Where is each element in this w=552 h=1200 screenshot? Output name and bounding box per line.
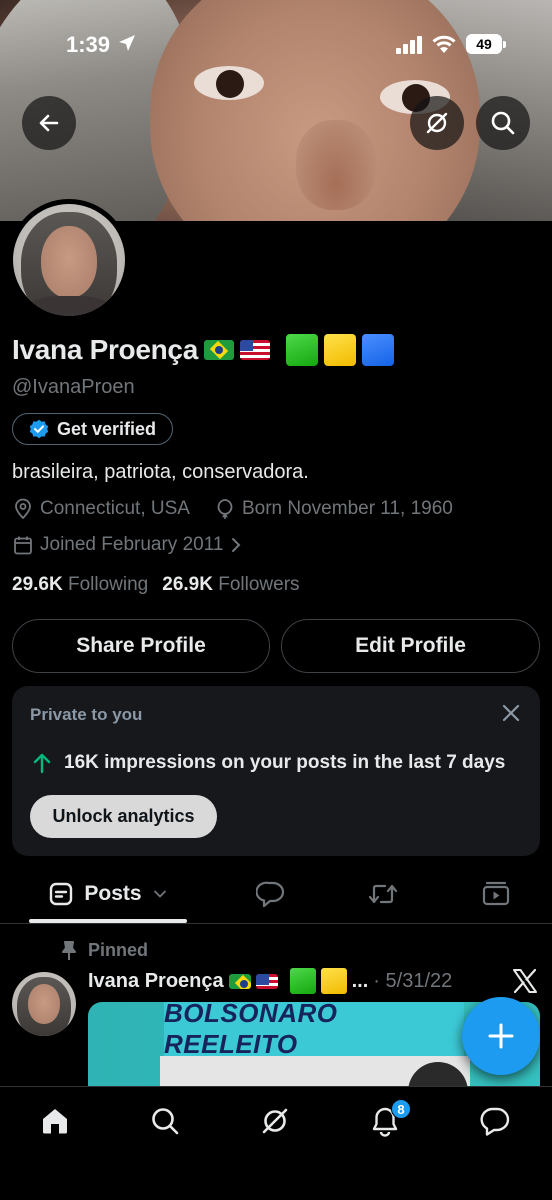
unlock-analytics-button[interactable]: Unlock analytics bbox=[30, 795, 217, 838]
status-time: 1:39 bbox=[66, 32, 111, 57]
profile-tabs: Posts bbox=[0, 866, 552, 924]
profile-handle: @IvanaProen bbox=[12, 376, 135, 398]
chevron-right-icon bbox=[232, 538, 241, 552]
post-date[interactable]: · 5/31/22 bbox=[373, 970, 452, 993]
brazil-flag-emoji bbox=[203, 340, 234, 360]
location-arrow-icon bbox=[119, 35, 135, 51]
share-profile-button[interactable]: Share Profile bbox=[12, 619, 270, 673]
profile-avatar[interactable] bbox=[8, 199, 130, 321]
followers-label: Followers bbox=[218, 574, 300, 595]
nav-explore[interactable] bbox=[137, 1101, 193, 1141]
get-verified-label: Get verified bbox=[57, 418, 157, 439]
repost-icon bbox=[368, 884, 398, 904]
reply-icon bbox=[256, 881, 285, 908]
profile-joined-row[interactable]: Joined February 2011 bbox=[12, 534, 243, 556]
status-bar: 1:39 49 bbox=[0, 0, 552, 90]
messages-icon bbox=[480, 1107, 510, 1136]
blue-square-emoji bbox=[361, 334, 394, 366]
usa-flag-emoji bbox=[255, 973, 278, 989]
green-square-emoji bbox=[289, 968, 316, 994]
pinned-indicator: Pinned bbox=[60, 940, 148, 961]
impressions-row: 16K impressions on your posts in the las… bbox=[32, 752, 505, 774]
impressions-text: 16K impressions on your posts in the las… bbox=[64, 752, 506, 773]
bottom-navigation: 8 bbox=[0, 1086, 552, 1200]
edit-profile-button[interactable]: Edit Profile bbox=[281, 619, 540, 673]
yellow-square-emoji bbox=[323, 334, 356, 366]
usa-flag-emoji bbox=[239, 340, 270, 360]
media-icon bbox=[482, 881, 510, 906]
tab-posts-label: Posts bbox=[84, 882, 142, 905]
grok-icon bbox=[426, 112, 448, 134]
notification-badge: 8 bbox=[391, 1099, 411, 1119]
tab-reposts[interactable] bbox=[355, 866, 411, 922]
location-pin-icon bbox=[15, 498, 31, 520]
back-arrow-icon bbox=[39, 114, 59, 132]
tab-posts[interactable]: Posts bbox=[30, 866, 186, 922]
analytics-card: Private to you 16K impressions on your p… bbox=[12, 686, 540, 856]
active-tab-indicator bbox=[29, 919, 187, 923]
chevron-down-icon bbox=[153, 890, 166, 898]
profile-name: Ivana Proença bbox=[12, 334, 198, 365]
home-icon bbox=[43, 1109, 67, 1134]
brazil-flag-emoji bbox=[228, 973, 251, 989]
profile-location: Connecticut, USA bbox=[40, 498, 190, 519]
post-author-truncation: ... bbox=[351, 969, 369, 992]
search-button[interactable] bbox=[476, 96, 530, 150]
get-verified-button[interactable]: Get verified bbox=[12, 413, 174, 445]
birthday-balloon-icon bbox=[217, 499, 233, 519]
analytics-card-title: Private to you bbox=[30, 705, 143, 724]
wifi-icon bbox=[432, 35, 456, 53]
battery-indicator: 49 bbox=[466, 34, 506, 54]
following-link[interactable]: 29.6K Following bbox=[12, 574, 148, 596]
pin-icon bbox=[62, 940, 76, 960]
pinned-label: Pinned bbox=[88, 940, 149, 960]
x-logo-icon bbox=[513, 968, 537, 994]
verified-badge-icon bbox=[29, 419, 49, 439]
back-button[interactable] bbox=[22, 96, 76, 150]
compose-post-button[interactable] bbox=[462, 997, 540, 1075]
tab-media[interactable] bbox=[468, 866, 524, 922]
close-icon[interactable] bbox=[500, 702, 522, 724]
following-count: 29.6K bbox=[12, 574, 63, 595]
grok-icon bbox=[262, 1108, 288, 1134]
followers-count: 26.9K bbox=[162, 574, 213, 595]
posts-icon bbox=[50, 882, 73, 906]
search-icon bbox=[491, 111, 515, 135]
avatar-image bbox=[13, 204, 125, 316]
nav-grok[interactable] bbox=[247, 1101, 303, 1141]
followers-link[interactable]: 26.9K Followers bbox=[162, 574, 299, 596]
up-arrow-icon bbox=[33, 753, 51, 774]
tab-replies[interactable] bbox=[243, 866, 299, 922]
following-label: Following bbox=[67, 574, 149, 595]
follow-stats: 29.6K Following 26.9K Followers bbox=[12, 574, 300, 596]
profile-birthdate: Born November 11, 1960 bbox=[241, 498, 453, 519]
search-icon bbox=[152, 1108, 179, 1135]
banner-nose bbox=[296, 120, 376, 210]
post-header: Ivana Proença ... · 5/31/22 bbox=[88, 968, 452, 994]
nav-messages[interactable] bbox=[467, 1101, 523, 1141]
profile-meta-row: Connecticut, USA Born November 11, 1960 bbox=[12, 498, 453, 520]
grok-button[interactable] bbox=[410, 96, 464, 150]
green-square-emoji bbox=[285, 334, 318, 366]
nav-home[interactable] bbox=[27, 1101, 83, 1141]
cellular-signal-icon bbox=[396, 36, 422, 54]
post-author-name[interactable]: Ivana Proença bbox=[88, 970, 224, 993]
calendar-icon bbox=[14, 536, 32, 555]
plus-icon bbox=[488, 1023, 514, 1049]
post-author-avatar[interactable] bbox=[12, 972, 76, 1036]
post-media-headline: BOLSONARO REELEITO bbox=[164, 1002, 464, 1059]
profile-name-row: Ivana Proença bbox=[12, 334, 394, 366]
yellow-square-emoji bbox=[320, 968, 347, 994]
profile-joined-date: Joined February 2011 bbox=[40, 534, 224, 555]
profile-bio: brasileira, patriota, conservadora. bbox=[12, 461, 309, 483]
